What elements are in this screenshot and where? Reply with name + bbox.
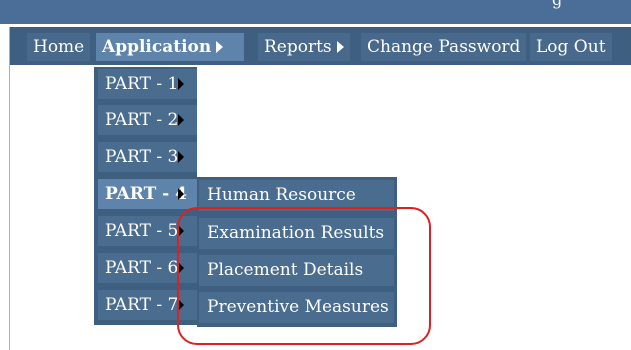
menu-item-part-7[interactable]: PART - 7 (98, 290, 197, 320)
nav-home-label: Home (33, 37, 85, 57)
submenu-arrow-icon (216, 40, 224, 53)
menu-item-part-1-label: PART - 1 (105, 74, 179, 94)
nav-log-out-label: Log Out (536, 37, 606, 57)
submenu-arrow-icon (178, 299, 184, 311)
submenu-item-human-resource[interactable]: Human Resource (199, 180, 394, 211)
nav-change-password[interactable]: Change Password (361, 33, 527, 61)
submenu-arrow-icon (178, 225, 184, 237)
submenu-item-label: Human Resource (207, 185, 356, 205)
top-header-strip: g (0, 0, 631, 24)
header-title-fragment: g (552, 0, 562, 9)
menu-item-part-5-label: PART - 5 (105, 221, 179, 241)
submenu-item-placement-details[interactable]: Placement Details (199, 255, 394, 286)
menu-item-part-7-label: PART - 7 (105, 295, 179, 315)
submenu-arrow-icon (336, 40, 344, 53)
submenu-arrow-icon (178, 78, 184, 90)
submenu-item-examination-results[interactable]: Examination Results (199, 218, 394, 249)
nav-reports[interactable]: Reports (258, 33, 350, 61)
nav-home[interactable]: Home (27, 33, 91, 61)
menu-item-part-4-label: PART - 4 (105, 184, 187, 204)
submenu-arrow-icon (178, 262, 184, 274)
nav-log-out[interactable]: Log Out (530, 33, 612, 61)
menu-item-part-2[interactable]: PART - 2 (98, 105, 197, 135)
submenu-arrow-icon (178, 114, 184, 126)
nav-reports-label: Reports (264, 37, 332, 57)
submenu-item-label: Preventive Measures (207, 297, 389, 317)
menu-item-part-1[interactable]: PART - 1 (98, 69, 197, 99)
menu-item-part-4[interactable]: PART - 4 (98, 179, 197, 209)
menu-item-part-3[interactable]: PART - 3 (98, 142, 197, 172)
menu-item-part-3-label: PART - 3 (105, 147, 179, 167)
menu-item-part-6-label: PART - 6 (105, 258, 179, 278)
menu-item-part-5[interactable]: PART - 5 (98, 216, 197, 246)
submenu-item-preventive-measures[interactable]: Preventive Measures (199, 292, 394, 323)
submenu-arrow-icon (178, 151, 184, 163)
submenu-item-label: Examination Results (207, 223, 385, 243)
menu-item-part-2-label: PART - 2 (105, 110, 179, 130)
submenu-arrow-icon (178, 188, 184, 200)
nav-change-password-label: Change Password (367, 37, 521, 57)
menu-item-part-6[interactable]: PART - 6 (98, 253, 197, 283)
nav-application[interactable]: Application (96, 33, 244, 61)
left-border-line (9, 27, 10, 350)
submenu-item-label: Placement Details (207, 260, 364, 280)
nav-application-label: Application (102, 37, 212, 57)
